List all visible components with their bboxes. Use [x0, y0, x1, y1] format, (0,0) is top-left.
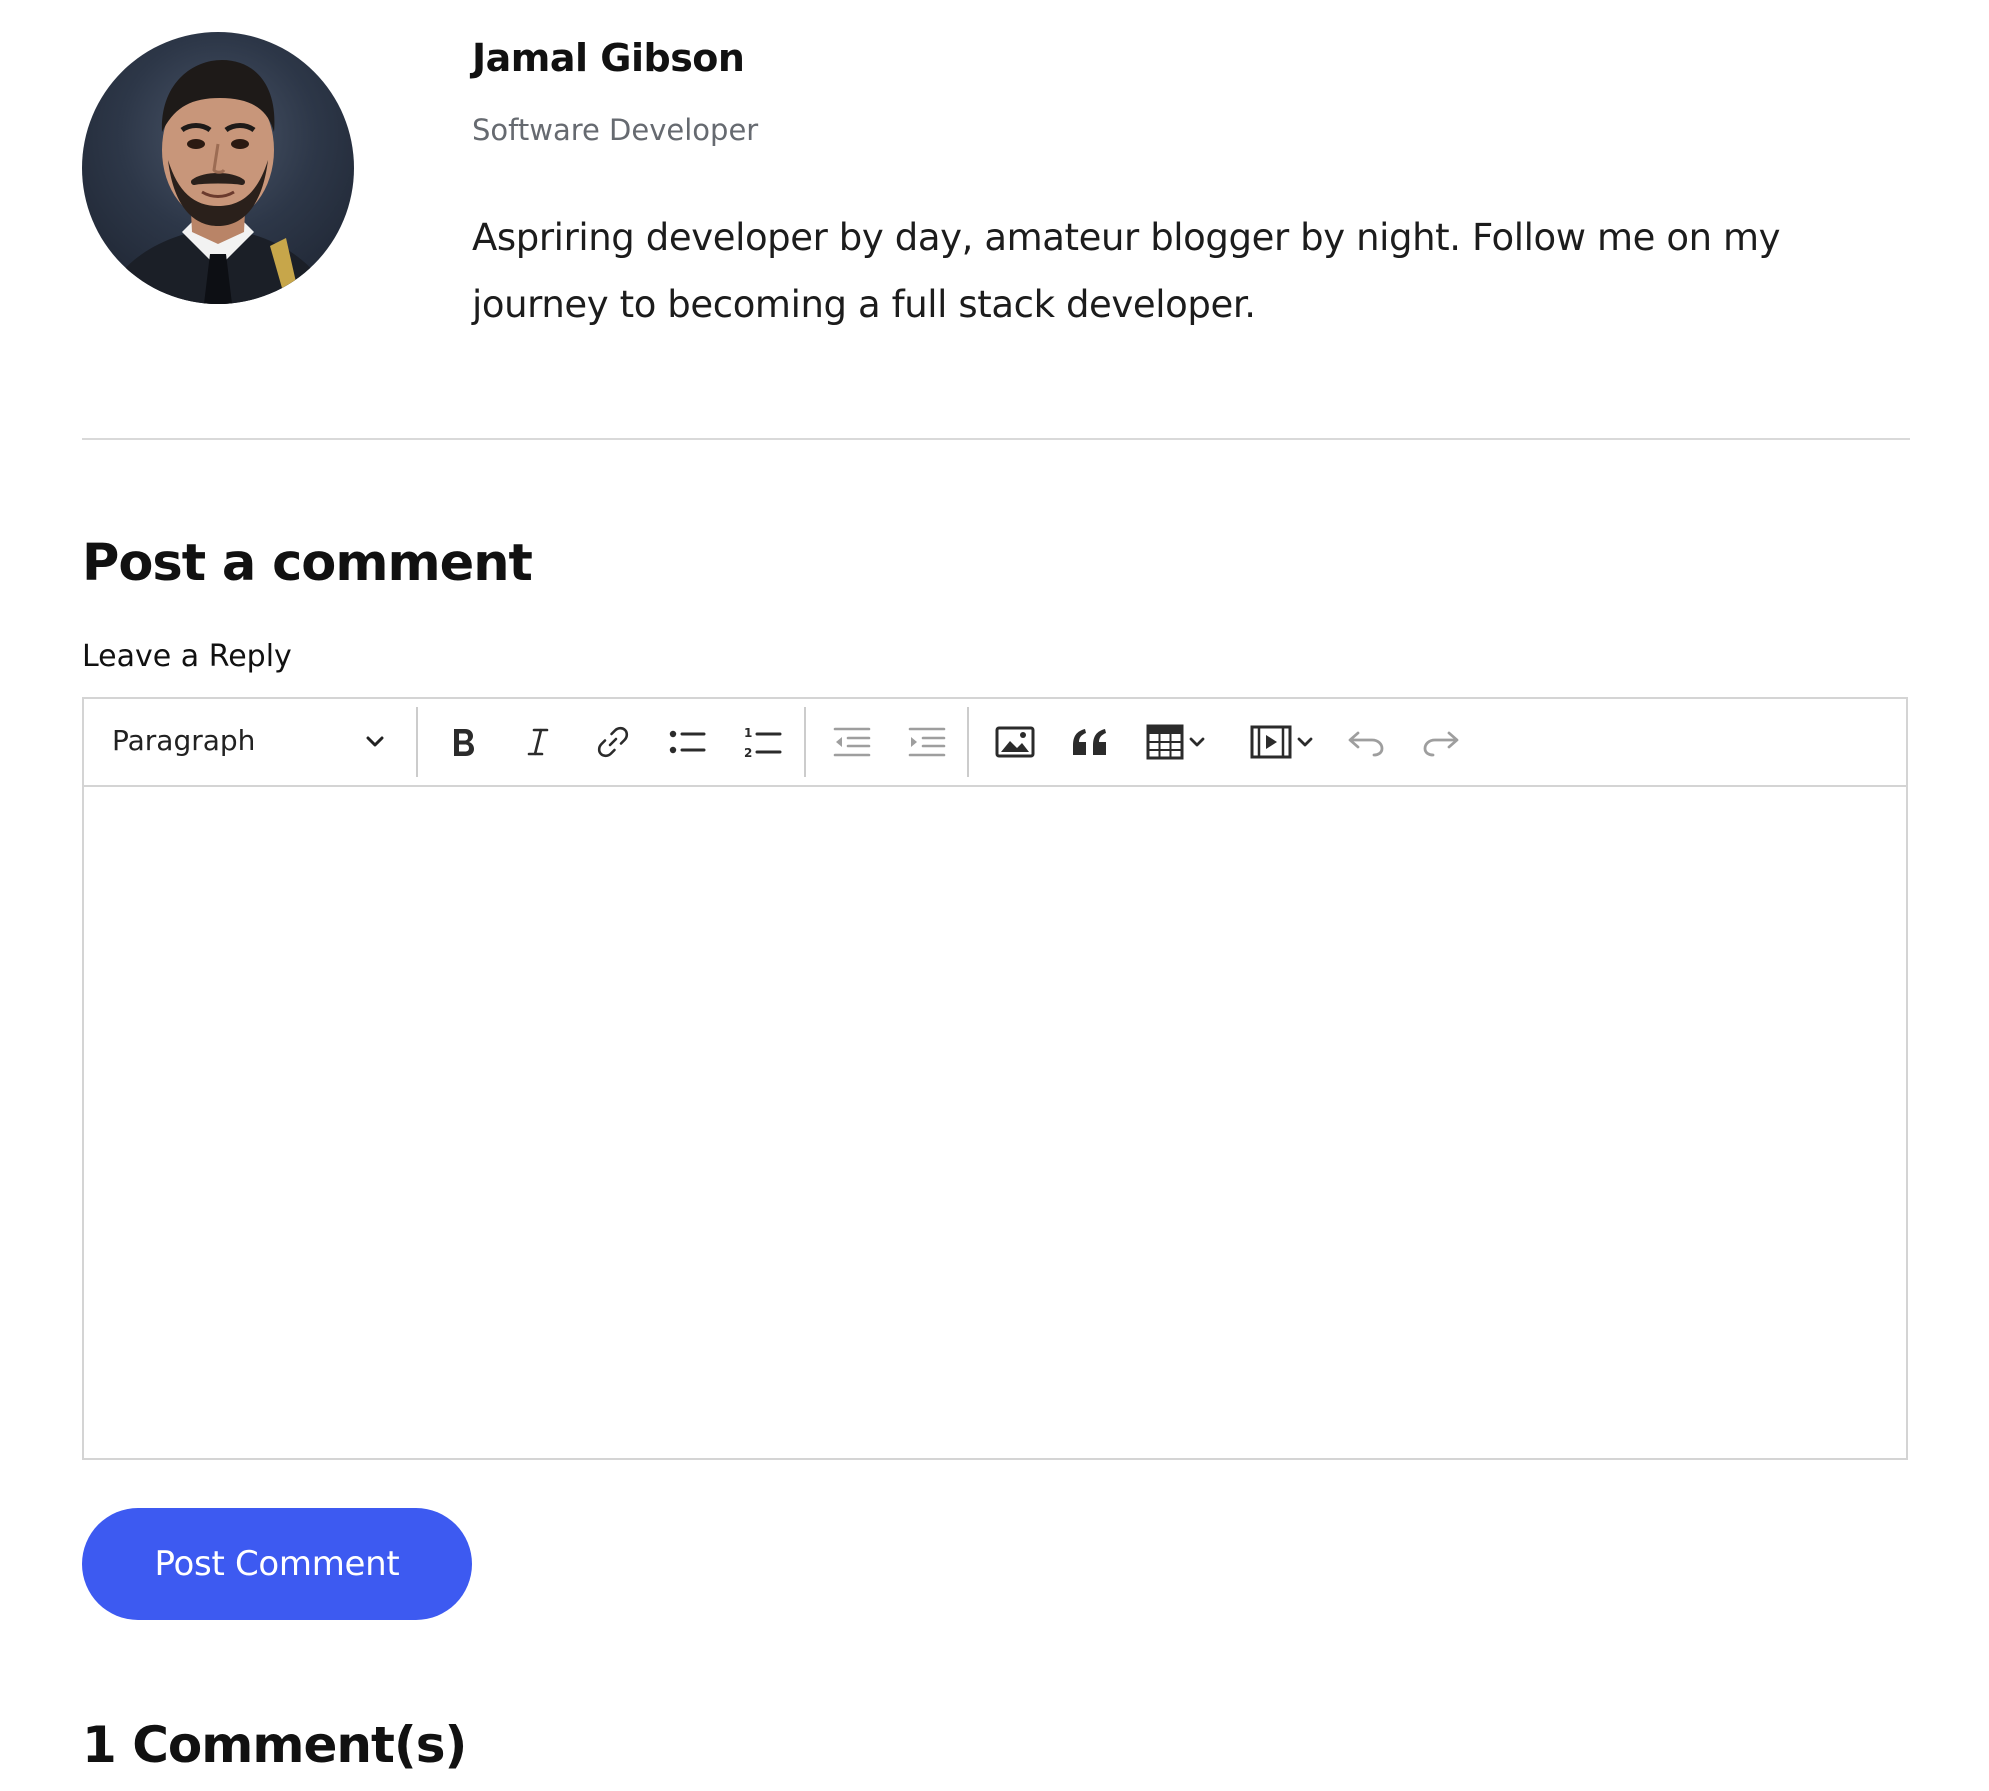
author-card: Jamal Gibson Software Developer Aspririn…: [82, 32, 1910, 332]
author-role: Software Developer: [472, 113, 759, 147]
outdent-button[interactable]: [825, 715, 879, 769]
toolbar-separator: [967, 707, 969, 777]
indent-icon: [907, 725, 947, 759]
comments-count-heading: 1 Comment(s): [82, 1716, 467, 1774]
author-avatar: [82, 32, 354, 304]
image-icon: [995, 725, 1035, 759]
page: Jamal Gibson Software Developer Aspririn…: [82, 0, 1910, 1791]
toolbar-separator: [804, 707, 806, 777]
bulleted-list-icon: [668, 725, 708, 759]
insert-image-button[interactable]: [988, 715, 1042, 769]
bulleted-list-button[interactable]: [661, 715, 715, 769]
media-embed-icon: [1250, 725, 1292, 759]
svg-text:1: 1: [744, 726, 752, 740]
link-button[interactable]: [586, 715, 640, 769]
chevron-down-icon: [362, 729, 388, 755]
table-icon: [1146, 724, 1184, 760]
outdent-icon: [832, 725, 872, 759]
undo-icon: [1346, 727, 1386, 757]
bold-icon: [446, 725, 480, 759]
heading-format-dropdown[interactable]: Paragraph: [84, 699, 414, 785]
heading-format-value: Paragraph: [112, 724, 256, 757]
rich-text-editor: Paragraph 1 2: [82, 697, 1908, 1460]
redo-icon: [1421, 727, 1461, 757]
blockquote-button[interactable]: [1063, 715, 1117, 769]
comment-editor-area[interactable]: [84, 787, 1906, 1458]
indent-button[interactable]: [900, 715, 954, 769]
author-name: Jamal Gibson: [472, 36, 745, 80]
bold-button[interactable]: [436, 715, 490, 769]
blockquote-icon: [1071, 727, 1109, 757]
undo-button[interactable]: [1339, 715, 1393, 769]
toolbar-separator: [416, 707, 418, 777]
svg-text:2: 2: [744, 746, 752, 760]
italic-icon: [521, 725, 555, 759]
editor-toolbar: Paragraph 1 2: [84, 699, 1906, 787]
post-comment-title: Post a comment: [82, 534, 533, 593]
divider: [82, 438, 1910, 440]
numbered-list-icon: 12: [743, 724, 783, 760]
link-icon: [595, 724, 631, 760]
author-bio: Aspriring developer by day, amateur blog…: [472, 216, 1781, 326]
reply-label: Leave a Reply: [82, 639, 292, 674]
chevron-down-icon: [1294, 731, 1316, 753]
redo-button[interactable]: [1414, 715, 1468, 769]
media-dropdown-button[interactable]: [1290, 715, 1320, 769]
italic-button[interactable]: [511, 715, 565, 769]
post-comment-button[interactable]: Post Comment: [82, 1508, 472, 1620]
chevron-down-icon: [1186, 731, 1208, 753]
table-dropdown-button[interactable]: [1182, 715, 1212, 769]
numbered-list-button[interactable]: 12: [736, 715, 790, 769]
